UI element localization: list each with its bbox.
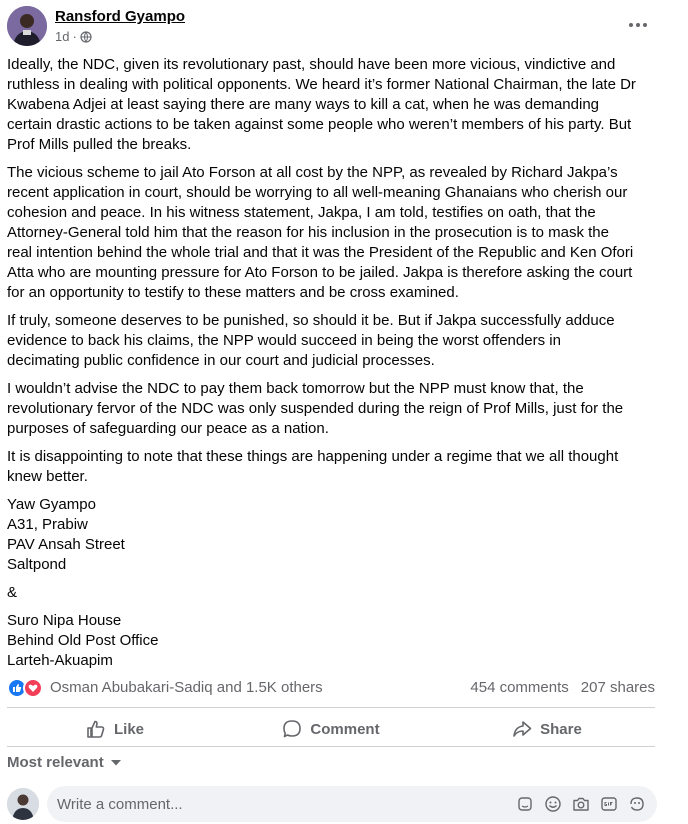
reactions-summary: Osman Abubakari-Sadiq and 1.5K others 45… [7, 676, 655, 700]
reaction-icons[interactable] [7, 678, 47, 698]
author-avatar[interactable] [7, 6, 47, 46]
post-time[interactable]: 1d [55, 29, 69, 44]
avatar-sticker-icon[interactable] [627, 794, 647, 814]
like-label: Like [113, 720, 144, 738]
post-paragraph: If truly, someone deserves to be punishe… [7, 312, 615, 369]
sort-label: Most relevant [7, 754, 104, 771]
post-body: Ideally, the NDC, given its revolutionar… [7, 55, 637, 671]
dot-icon [629, 23, 633, 27]
signature-line: Behind Old Post Office [7, 632, 159, 649]
more-options-button[interactable] [624, 14, 652, 36]
post-header: Ransford Gyampo 1d · [0, 0, 688, 52]
post-paragraph: The vicious scheme to jail Ato Forson at… [7, 164, 634, 301]
comment-input-box [47, 786, 657, 822]
signature-ampersand: & [7, 584, 18, 601]
post-actions: Like Comment Share [7, 710, 655, 748]
signature-line: PAV Ansah Street [7, 536, 125, 553]
camera-icon[interactable] [571, 794, 591, 814]
signature-block: Yaw Gyampo A31, Prabiw PAV Ansah Street … [7, 495, 637, 671]
author-name[interactable]: Ransford Gyampo [55, 8, 185, 25]
comment-input[interactable] [57, 786, 497, 822]
dot-icon [643, 23, 647, 27]
love-icon [23, 678, 43, 698]
share-label: Share [540, 720, 582, 738]
post-paragraph: I wouldn’t advise the NDC to pay them ba… [7, 380, 624, 437]
signature-line: A31, Prabiw [7, 516, 88, 533]
dot-icon [636, 23, 640, 27]
share-button[interactable]: Share [439, 710, 655, 748]
share-icon [513, 721, 532, 737]
user-avatar[interactable] [7, 788, 39, 820]
signature-line: Larteh-Akuapim [7, 652, 113, 669]
sticker-icon[interactable] [515, 794, 535, 814]
comment-button[interactable]: Comment [223, 710, 439, 748]
divider [7, 707, 655, 708]
post-meta: 1d · [55, 29, 92, 44]
signature-line: Saltpond [7, 556, 67, 573]
like-button[interactable]: Like [7, 710, 223, 748]
shares-count[interactable]: 207 shares [581, 679, 655, 696]
comment-icon [283, 720, 302, 738]
engagement-counts: 454 comments 207 shares [470, 679, 655, 696]
post-paragraph: Ideally, the NDC, given its revolutionar… [7, 56, 636, 153]
meta-separator: · [72, 29, 77, 44]
thumbs-up-icon [87, 720, 105, 738]
gif-icon[interactable] [599, 794, 619, 814]
caret-down-icon [110, 759, 121, 765]
globe-icon [80, 30, 92, 43]
comment-composer [7, 786, 657, 822]
comment-sort-dropdown[interactable]: Most relevant [7, 754, 122, 771]
comment-label: Comment [310, 720, 380, 738]
comments-count[interactable]: 454 comments [470, 679, 568, 696]
post-paragraph: It is disappointing to note that these t… [7, 448, 619, 485]
signature-line: Yaw Gyampo [7, 496, 96, 513]
signature-line: Suro Nipa House [7, 612, 122, 629]
reaction-names[interactable]: Osman Abubakari-Sadiq and 1.5K others [50, 679, 323, 696]
divider [7, 746, 655, 747]
emoji-icon[interactable] [543, 794, 563, 814]
comment-tools [515, 794, 647, 814]
